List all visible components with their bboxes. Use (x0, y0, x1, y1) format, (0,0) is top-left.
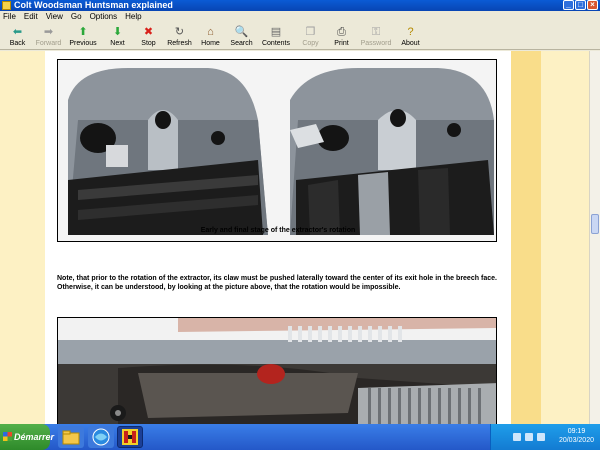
extractor-rotation-photo (57, 59, 497, 242)
page-side-stripe (511, 51, 541, 424)
minimize-button[interactable]: _ (563, 0, 574, 10)
clock[interactable]: 09:19 20/03/2020 (559, 427, 594, 445)
taskbar: Démarrer FR 09:19 20/03/2020 (0, 424, 600, 450)
toolbar-password-button[interactable]: ⚿ Password (357, 23, 395, 50)
toolbar-copy-button[interactable]: ❐ Copy (295, 23, 326, 50)
windows-flag-icon (3, 432, 12, 441)
contents-icon: ▤ (270, 26, 282, 38)
toolbar-search-button[interactable]: 🔍 Search (226, 23, 257, 50)
toolbar-forward-button[interactable]: ➡ Forward (33, 23, 64, 50)
home-icon: ⌂ (207, 26, 214, 38)
toolbar-about-button[interactable]: ? About (395, 23, 426, 50)
tray-arrow-icon[interactable] (513, 433, 521, 441)
start-button[interactable]: Démarrer (0, 424, 54, 450)
folder-taskbar-button[interactable] (58, 426, 84, 448)
toolbar-label: About (401, 40, 420, 47)
system-tray: 09:19 20/03/2020 (490, 424, 600, 450)
stop-icon: ✖ (143, 26, 154, 38)
browser-globe-icon (92, 428, 110, 446)
help-viewer-taskbar-button[interactable] (117, 426, 143, 448)
toolbar-label: Back (9, 40, 26, 47)
start-label: Démarrer (14, 432, 55, 442)
up-arrow-icon: ⬆ (78, 26, 88, 38)
toolbar-label: Refresh (167, 40, 192, 47)
menu-go[interactable]: Go (71, 11, 82, 23)
help-viewer-icon (122, 429, 138, 445)
tray-network-icon[interactable] (525, 433, 533, 441)
toolbar-back-button[interactable]: ⬅ Back (2, 23, 33, 50)
extractor-rotation-illustration (58, 60, 496, 241)
app-icon (2, 1, 11, 10)
vertical-scrollbar[interactable] (589, 51, 600, 424)
folder-icon (62, 430, 80, 445)
window-controls: _ □ × (563, 0, 598, 11)
extractor-closeup-illustration (58, 318, 496, 424)
browser-taskbar-button[interactable] (88, 426, 114, 448)
menu-file[interactable]: File (3, 11, 16, 23)
about-icon: ? (407, 26, 414, 38)
toolbar-label: Next (110, 40, 125, 47)
toolbar-label: Contents (261, 40, 291, 47)
toolbar-label: Home (201, 40, 220, 47)
toolbar-print-button[interactable]: ⎙ Print (326, 23, 357, 50)
toolbar-stop-button[interactable]: ✖ Stop (133, 23, 164, 50)
menu-options[interactable]: Options (90, 11, 118, 23)
maximize-button[interactable]: □ (575, 0, 586, 10)
toolbar-label: Password (360, 40, 392, 47)
photo-caption: Early and final stage of the extractor's… (200, 227, 356, 234)
toolbar-label: Search (230, 40, 253, 47)
window-title: Colt Woodsman Huntsman explained (14, 0, 173, 10)
content-area: Early and final stage of the extractor's… (0, 51, 589, 424)
toolbar-refresh-button[interactable]: ↻ Refresh (164, 23, 195, 50)
toolbar-contents-button[interactable]: ▤ Contents (257, 23, 295, 50)
key-icon: ⚿ (371, 26, 381, 38)
toolbar: ⬅ Back ➡ Forward ⬆ Previous ⬇ Next ✖ Stop ↻ Refresh… (0, 23, 600, 50)
toolbar-next-button[interactable]: ⬇ Next (102, 23, 133, 50)
menu-view[interactable]: View (46, 11, 63, 23)
back-arrow-icon: ⬅ (12, 26, 23, 38)
toolbar-home-button[interactable]: ⌂ Home (195, 23, 226, 50)
title-bar[interactable]: Colt Woodsman Huntsman explained _ □ × (0, 0, 600, 11)
extractor-note-paragraph: Note, that prior to the rotation of the … (57, 275, 497, 291)
search-icon: 🔍 (234, 26, 249, 38)
toolbar-label: Forward (35, 40, 62, 47)
document-page: Early and final stage of the extractor's… (45, 51, 511, 424)
copy-icon: ❐ (305, 26, 316, 38)
tray-volume-icon[interactable] (537, 433, 545, 441)
down-arrow-icon: ⬇ (112, 26, 123, 38)
toolbar-previous-button[interactable]: ⬆ Previous (64, 23, 102, 50)
close-button[interactable]: × (587, 0, 598, 10)
toolbar-label: Stop (141, 40, 156, 47)
refresh-icon: ↻ (174, 26, 185, 38)
forward-arrow-icon: ➡ (43, 26, 54, 38)
clock-time: 09:19 (567, 428, 586, 435)
print-icon: ⎙ (337, 26, 346, 38)
menu-bar: File Edit View Go Options Help (0, 11, 600, 23)
menu-help[interactable]: Help (125, 11, 141, 23)
toolbar-label: Print (334, 40, 349, 47)
scrollbar-thumb[interactable] (591, 214, 599, 234)
menu-edit[interactable]: Edit (24, 11, 38, 23)
clock-date: 20/03/2020 (558, 437, 594, 444)
extractor-closeup-photo (57, 317, 497, 424)
toolbar-label: Previous (69, 40, 97, 47)
toolbar-label: Copy (302, 40, 319, 47)
